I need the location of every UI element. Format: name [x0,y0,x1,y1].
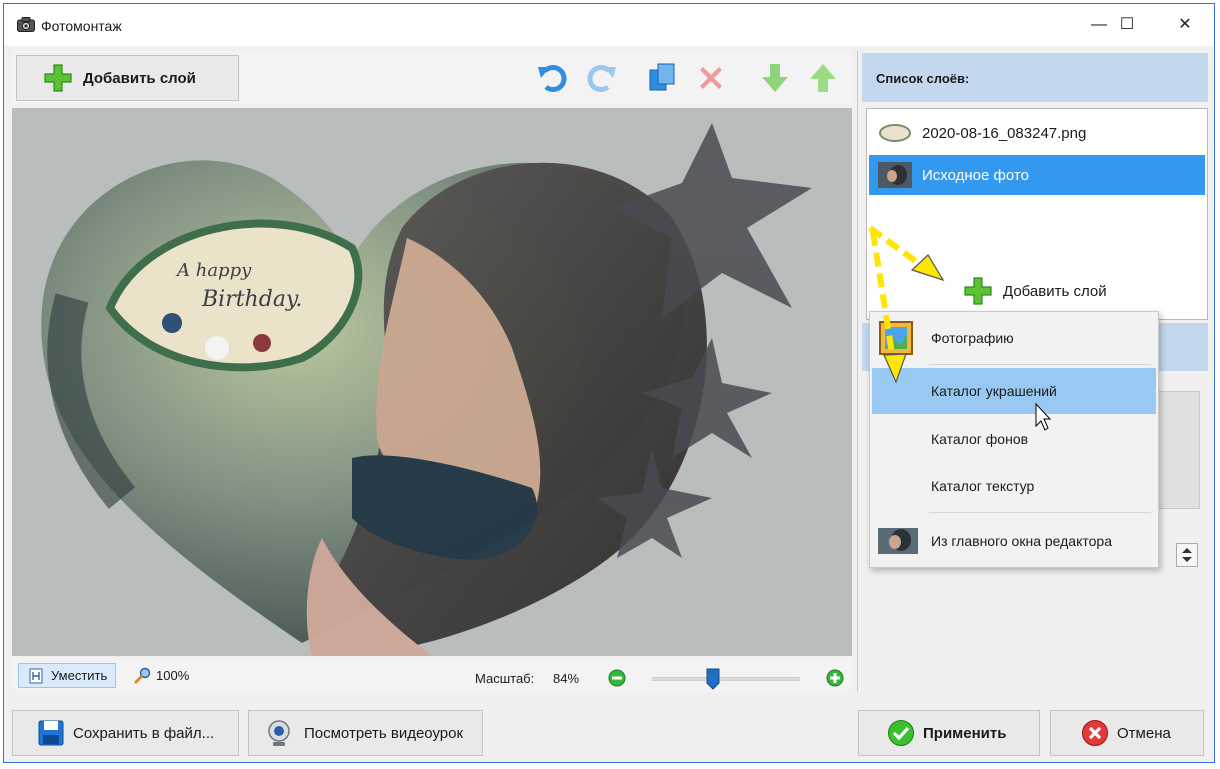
layer-item-selected[interactable]: Исходное фото [869,155,1205,195]
scale-label: Масштаб: [475,671,535,686]
zoom-slider-track[interactable] [652,677,800,681]
title-bar: Фотомонтаж — ☐ ✕ [4,4,1214,46]
window-title: Фотомонтаж [41,18,122,34]
add-layer-dropdown-menu: Фотографию Каталог украшений Каталог фон… [869,311,1159,568]
zoom-slider-thumb[interactable] [706,668,720,690]
menu-item-photo-label: Фотографию [931,330,1014,346]
editor-toolbar: Добавить слой [12,51,852,106]
save-to-file-label: Сохранить в файл... [73,724,215,742]
move-down-icon[interactable] [758,61,792,95]
list-add-layer-label: Добавить слой [1003,282,1107,300]
spin-arrows-icon [1182,548,1192,562]
cancel-icon [1082,720,1108,746]
fit-button[interactable]: Уместить [18,663,116,688]
menu-separator [929,512,1151,513]
watch-video-label: Посмотреть видеоурок [304,724,464,742]
green-plus-icon [964,277,992,305]
zoom-in-icon[interactable] [826,669,844,687]
layer-item[interactable]: 2020-08-16_083247.png [869,113,1205,153]
zoom-100-label: 100% [156,668,190,683]
magnifier-icon [133,667,151,684]
preview-box [1158,391,1200,509]
layer-label: Исходное фото [922,166,1029,184]
layer-label: 2020-08-16_083247.png [922,124,1087,142]
menu-item-decorations-catalog[interactable]: Каталог украшений [872,368,1156,414]
checkmark-icon [888,720,914,746]
green-plus-icon [44,64,72,92]
menu-item-backgrounds-label: Каталог фонов [931,431,1029,447]
menu-item-photo[interactable]: Фотографию [872,315,1156,361]
watch-video-button[interactable]: Посмотреть видеоурок [248,710,483,756]
close-window-button[interactable]: ✕ [1170,12,1200,38]
canvas-statusbar: Уместить 100% Масштаб: 84% [12,658,852,692]
delete-icon[interactable] [694,61,728,95]
add-layer-button[interactable]: Добавить слой [16,55,239,101]
scale-value: 84% [553,671,580,686]
cancel-button[interactable]: Отмена [1050,710,1204,756]
layers-list[interactable]: 2020-08-16_083247.png Исходное фото Доба… [866,108,1208,320]
add-layer-label: Добавить слой [83,69,196,87]
card-text-line2: Birthday. [201,287,302,312]
photomontage-preview: A happy Birthday. [12,108,852,656]
menu-item-from-main-window-label: Из главного окна редактора [931,533,1112,549]
maximize-button[interactable]: ☐ [1112,12,1142,38]
fit-label: Уместить [51,668,108,683]
floppy-disk-icon [38,720,64,746]
main-window-photo-icon [878,528,918,554]
menu-item-from-main-window[interactable]: Из главного окна редактора [872,518,1156,564]
card-text-line1: A happy [175,260,252,281]
zoom-out-icon[interactable] [608,669,626,687]
spin-control[interactable] [1176,543,1198,567]
menu-item-backgrounds-catalog[interactable]: Каталог фонов [872,416,1156,462]
layer-thumbnail [878,162,912,188]
webcam-icon [268,720,290,746]
zoom-100-button[interactable]: 100% [132,663,189,688]
minimize-button[interactable]: — [1084,12,1114,38]
layer-thumbnail [879,124,911,142]
fit-icon [29,668,43,683]
menu-item-decorations-label: Каталог украшений [931,383,1057,399]
redo-icon[interactable] [584,61,618,95]
apply-label: Применить [923,724,1007,742]
camera-app-icon [17,17,35,32]
undo-icon[interactable] [536,61,570,95]
save-to-file-button[interactable]: Сохранить в файл... [12,710,239,756]
layers-header: Список слоёв: [862,53,1208,102]
menu-item-textures-catalog[interactable]: Каталог текстур [872,463,1156,509]
photo-canvas[interactable]: A happy Birthday. [12,108,852,656]
cancel-label: Отмена [1117,724,1171,742]
copy-icon[interactable] [646,61,680,95]
move-up-icon[interactable] [806,61,840,95]
menu-item-textures-label: Каталог текстур [931,478,1035,494]
apply-button[interactable]: Применить [858,710,1040,756]
photo-icon [879,321,913,355]
menu-separator [929,364,1151,365]
list-add-layer-button[interactable]: Добавить слой [963,276,1107,306]
